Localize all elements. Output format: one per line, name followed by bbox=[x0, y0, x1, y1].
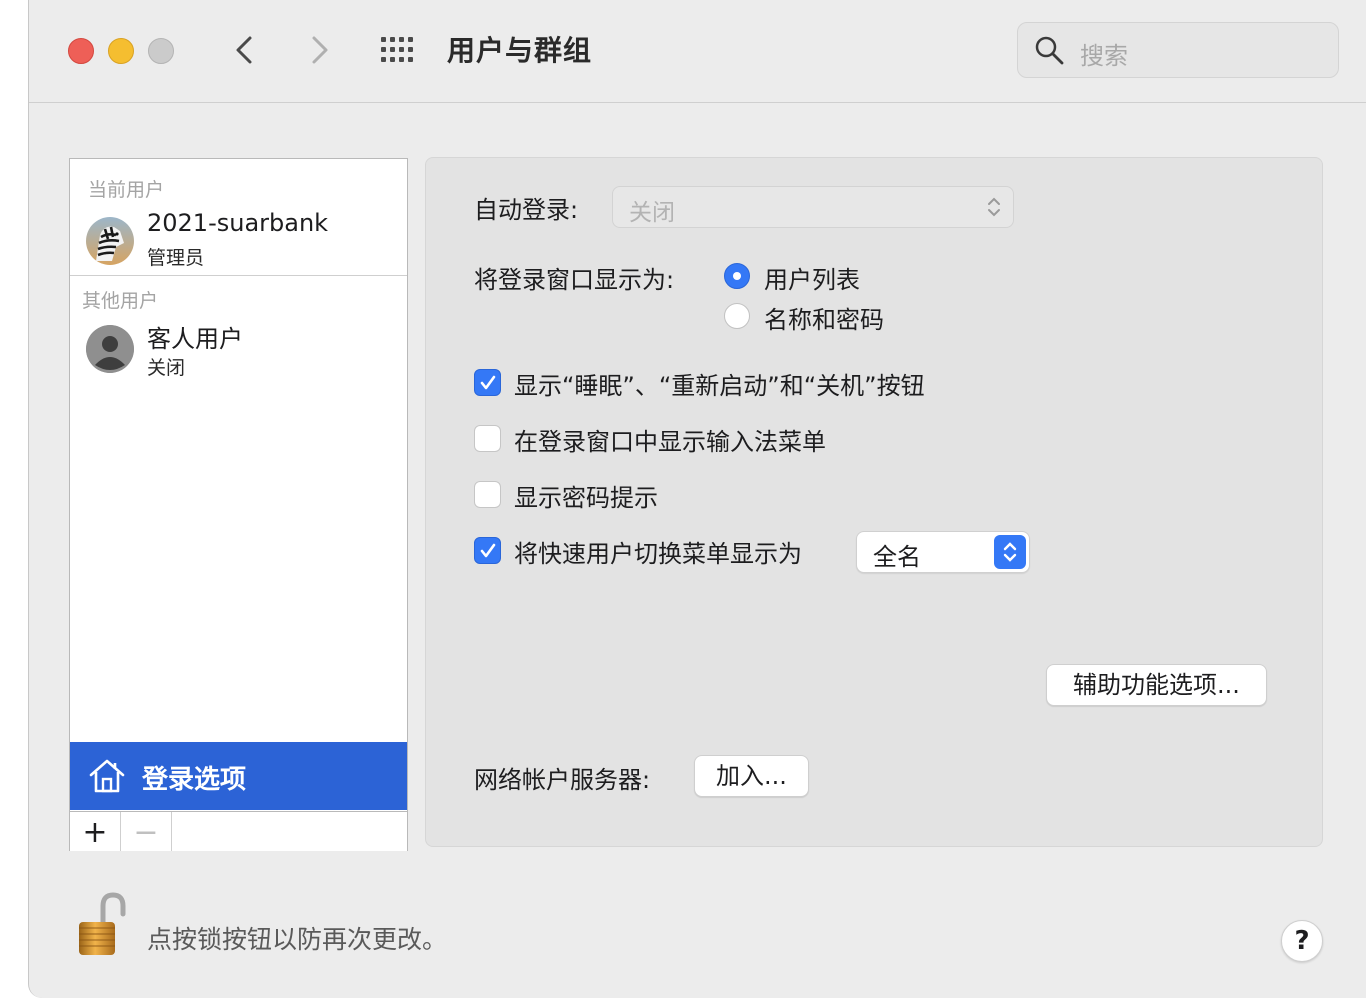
auto-login-label: 自动登录: bbox=[474, 196, 579, 224]
remove-user-button[interactable]: − bbox=[121, 812, 172, 851]
guest-user-status: 关闭 bbox=[147, 357, 186, 379]
radio-user-list-button[interactable] bbox=[724, 263, 750, 289]
zoom-window-button[interactable] bbox=[148, 38, 174, 64]
show-password-hints-checkbox[interactable] bbox=[474, 481, 501, 508]
current-user-role: 管理员 bbox=[147, 247, 205, 269]
help-button[interactable]: ? bbox=[1281, 920, 1323, 962]
search-placeholder: 搜索 bbox=[1080, 42, 1128, 70]
show-all-button[interactable] bbox=[379, 34, 419, 66]
show-input-menu-label[interactable]: 在登录窗口中显示输入法菜单 bbox=[514, 422, 826, 457]
display-login-as-label: 将登录窗口显示为: bbox=[474, 266, 675, 294]
fast-user-switching-label[interactable]: 将快速用户切换菜单显示为 bbox=[514, 534, 802, 569]
radio-user-list-label[interactable]: 用户列表 bbox=[764, 260, 860, 295]
user-list: 当前用户 2021-suarbank 管理员 其他用户 客人用户 关闭 登录选项… bbox=[69, 158, 408, 851]
login-options-item[interactable]: 登录选项 bbox=[70, 742, 407, 810]
lock-message: 点按锁按钮以防再次更改。 bbox=[147, 925, 448, 954]
radio-name-password-button[interactable] bbox=[724, 303, 750, 329]
guest-avatar-icon bbox=[86, 325, 134, 373]
fast-switch-display-popup[interactable]: 全名 bbox=[856, 531, 1030, 573]
auto-login-popup: 关闭 bbox=[612, 186, 1014, 228]
popup-stepper bbox=[994, 535, 1026, 569]
fast-user-switching-checkbox[interactable] bbox=[474, 537, 501, 564]
forward-button[interactable] bbox=[299, 30, 339, 70]
unlocked-padlock-icon bbox=[79, 892, 126, 955]
close-window-button[interactable] bbox=[68, 38, 94, 64]
zebra-avatar bbox=[86, 217, 134, 265]
house-icon bbox=[89, 759, 125, 793]
network-account-server-label: 网络帐户服务器: bbox=[474, 766, 651, 794]
up-down-chevron-icon bbox=[988, 197, 1000, 217]
chevron-left-icon bbox=[236, 36, 252, 64]
user-list-toolbar: + − bbox=[70, 811, 407, 851]
window-title: 用户与群组 bbox=[447, 34, 593, 67]
checkmark-icon bbox=[480, 543, 496, 558]
title-bar: 用户与群组 搜索 bbox=[29, 0, 1366, 103]
up-down-chevron-icon bbox=[1003, 542, 1017, 562]
login-options-panel: 自动登录: 关闭 将登录窗口显示为: 用户列表 名称和密码 显示“睡眠”、“重新… bbox=[425, 157, 1323, 847]
search-icon bbox=[1035, 36, 1064, 65]
search-field[interactable]: 搜索 bbox=[1017, 22, 1339, 78]
back-button[interactable] bbox=[225, 30, 265, 70]
show-input-menu-checkbox[interactable] bbox=[474, 425, 501, 452]
add-user-button[interactable]: + bbox=[70, 812, 121, 851]
show-sleep-restart-shutdown-label[interactable]: 显示“睡眠”、“重新启动”和“关机”按钮 bbox=[514, 366, 925, 401]
fast-switch-display-value: 全名 bbox=[873, 543, 921, 571]
minimize-window-button[interactable] bbox=[108, 38, 134, 64]
grid-icon bbox=[381, 37, 413, 62]
auto-login-value: 关闭 bbox=[629, 200, 675, 226]
login-options-label: 登录选项 bbox=[142, 765, 247, 795]
minus-icon: − bbox=[133, 815, 159, 850]
lock-button[interactable] bbox=[75, 892, 127, 958]
section-divider bbox=[70, 275, 407, 276]
other-users-header: 其他用户 bbox=[82, 290, 159, 312]
current-users-header: 当前用户 bbox=[88, 179, 165, 201]
chevron-right-icon bbox=[312, 36, 328, 64]
join-button[interactable]: 加入... bbox=[694, 755, 809, 797]
current-user-name: 2021-suarbank bbox=[147, 209, 329, 237]
plus-icon: + bbox=[82, 815, 108, 850]
radio-name-password-label[interactable]: 名称和密码 bbox=[764, 300, 884, 335]
show-password-hints-label[interactable]: 显示密码提示 bbox=[514, 478, 658, 513]
accessibility-options-button[interactable]: 辅助功能选项... bbox=[1046, 664, 1267, 706]
show-sleep-restart-shutdown-checkbox[interactable] bbox=[474, 369, 501, 396]
checkmark-icon bbox=[480, 375, 496, 390]
preferences-window: 用户与群组 搜索 当前用户 2021-suarbank 管理员 其他用户 客人用… bbox=[28, 0, 1366, 998]
guest-user-name: 客人用户 bbox=[147, 325, 243, 353]
